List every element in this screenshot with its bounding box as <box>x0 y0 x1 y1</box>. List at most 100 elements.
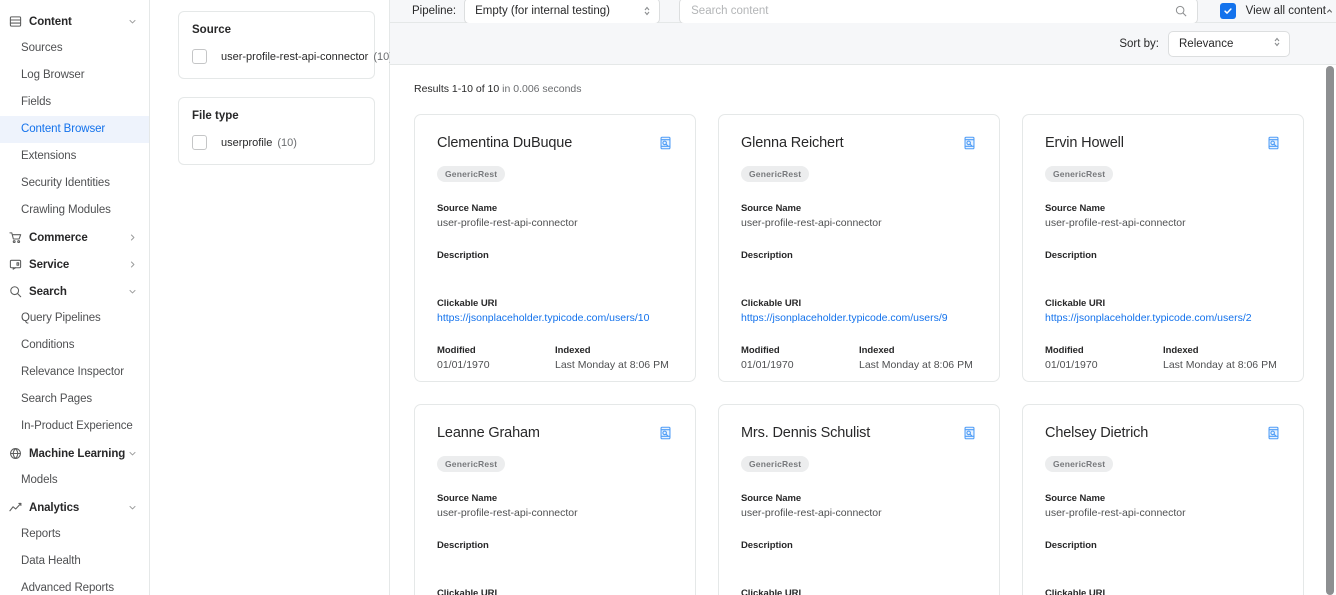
field-value <box>437 554 673 567</box>
sidebar-item-content-browser[interactable]: Content Browser <box>0 116 149 143</box>
result-card-title: Ervin Howell <box>1045 135 1124 151</box>
sidebar-group-content[interactable]: Content <box>0 8 149 35</box>
result-card-title: Chelsey Dietrich <box>1045 425 1149 441</box>
sidebar-item-conditions[interactable]: Conditions <box>0 332 149 359</box>
result-field-source-name: Source Name user-profile-rest-api-connect… <box>1045 203 1281 229</box>
result-field-source-name: Source Name user-profile-rest-api-connect… <box>437 203 673 229</box>
sidebar-item-crawling-modules[interactable]: Crawling Modules <box>0 197 149 224</box>
search-content-box[interactable] <box>679 0 1198 24</box>
search-input[interactable] <box>691 5 1175 17</box>
pipeline-select[interactable]: Empty (for internal testing) <box>464 0 661 24</box>
search-icon <box>8 285 22 299</box>
field-label: Source Name <box>437 203 498 214</box>
sidebar-item-fields[interactable]: Fields <box>0 89 149 116</box>
result-field-dates: Modified 01/01/1970 Indexed Last Monday at … <box>741 345 977 371</box>
result-field-source-name: Source Name user-profile-rest-api-connect… <box>741 493 977 519</box>
sidebar-item-data-health[interactable]: Data Health <box>0 548 149 575</box>
sidebar-group-label: Machine Learning <box>29 447 126 460</box>
main-scrollbar-thumb[interactable] <box>1326 66 1334 595</box>
sidebar-item-sources[interactable]: Sources <box>0 35 149 62</box>
document-preview-icon[interactable] <box>1267 136 1281 155</box>
facet-card-source: Source user-profile-rest-api-connector (10… <box>178 11 393 79</box>
sidebar-item-reports[interactable]: Reports <box>0 521 149 548</box>
result-field-modified: Modified 01/01/1970 <box>437 345 555 371</box>
document-preview-icon[interactable] <box>659 426 673 445</box>
facet-value-label: user-profile-rest-api-connector <box>221 50 369 63</box>
main-content: Pipeline: Empty (for internal testing) S… <box>390 0 1336 595</box>
document-preview-icon[interactable] <box>1267 426 1281 445</box>
results-area: Results 1-10 of 10 in 0.006 seconds Clem… <box>390 65 1336 595</box>
sidebar-item-advanced-reports[interactable]: Advanced Reports <box>0 575 149 595</box>
facet-value-row[interactable]: userprofile (10) <box>192 135 361 150</box>
document-preview-icon[interactable] <box>963 136 977 155</box>
field-label: Description <box>437 540 489 551</box>
result-card[interactable]: Ervin Howell GenericRest Source Name user-p… <box>1022 114 1304 382</box>
facet-checkbox[interactable] <box>192 49 207 64</box>
sidebar-item-relevance-inspector[interactable]: Relevance Inspector <box>0 359 149 386</box>
scroll-up-arrow-icon[interactable] <box>1326 2 1333 13</box>
field-value: user-profile-rest-api-connector <box>437 217 578 229</box>
chevron-right-icon[interactable] <box>128 233 137 242</box>
facet-checkbox[interactable] <box>192 135 207 150</box>
sidebar-item-security-identities[interactable]: Security Identities <box>0 170 149 197</box>
sort-by-label: Sort by: <box>1119 37 1159 50</box>
result-card-badge: GenericRest <box>1045 456 1114 472</box>
field-value-link[interactable]: https://jsonplaceholder.typicode.com/use… <box>1045 312 1281 324</box>
result-field-modified: Modified 01/01/1970 <box>1045 345 1163 371</box>
result-card[interactable]: Clementina DuBuque GenericRest Source Name… <box>414 114 696 382</box>
sidebar-group-commerce[interactable]: Commerce <box>0 224 149 251</box>
facet-card-file-type: File type userprofile (10) <box>178 97 375 165</box>
sidebar-group-service[interactable]: Service <box>0 251 149 278</box>
field-value: 01/01/1970 <box>741 359 794 371</box>
sidebar-item-query-pipelines[interactable]: Query Pipelines <box>0 305 149 332</box>
main-scrollbar[interactable] <box>1326 66 1334 595</box>
sidebar-group-search[interactable]: Search <box>0 278 149 305</box>
field-value-link[interactable]: https://jsonplaceholder.typicode.com/use… <box>437 312 673 324</box>
sidebar-group-machine-learning[interactable]: Machine Learning <box>0 440 149 467</box>
view-all-content-label: View all content <box>1245 5 1326 17</box>
chevron-down-icon[interactable] <box>128 287 137 296</box>
field-value <box>1045 264 1281 277</box>
pipeline-select-value: Empty (for internal testing) <box>475 5 610 17</box>
sidebar-item-search-pages[interactable]: Search Pages <box>0 386 149 413</box>
field-label: Description <box>1045 250 1097 261</box>
document-preview-icon[interactable] <box>659 136 673 155</box>
result-field-description: Description <box>1045 250 1281 277</box>
sidebar-item-log-browser[interactable]: Log Browser <box>0 62 149 89</box>
sort-by-select[interactable]: Relevance <box>1168 30 1290 57</box>
result-field-dates: Modified 01/01/1970 Indexed Last Monday at … <box>1045 345 1281 371</box>
document-preview-icon[interactable] <box>963 426 977 445</box>
sidebar-item-in-product-experience[interactable]: In-Product Experience <box>0 413 149 440</box>
facet-value-row[interactable]: user-profile-rest-api-connector (10) <box>192 49 393 64</box>
field-value-link[interactable]: https://jsonplaceholder.typicode.com/use… <box>741 312 977 324</box>
result-field-description: Description <box>1045 540 1281 567</box>
sidebar-item-models[interactable]: Models <box>0 467 149 494</box>
chevron-down-icon[interactable] <box>128 503 137 512</box>
result-field-source-name: Source Name user-profile-rest-api-connect… <box>1045 493 1281 519</box>
field-value: user-profile-rest-api-connector <box>1045 507 1186 519</box>
chevron-down-icon[interactable] <box>128 449 137 458</box>
content-icon <box>8 15 22 29</box>
field-value: user-profile-rest-api-connector <box>741 217 882 229</box>
app-root: Content Sources Log Browser Fields Content B… <box>0 0 1336 595</box>
chevron-down-icon[interactable] <box>128 17 137 26</box>
chevron-right-icon[interactable] <box>128 260 137 269</box>
result-card[interactable]: Chelsey Dietrich GenericRest Source Name us… <box>1022 404 1304 595</box>
result-card[interactable]: Mrs. Dennis Schulist GenericRest Source Na… <box>718 404 1000 595</box>
results-timing: in 0.006 seconds <box>499 83 582 95</box>
chart-icon <box>8 501 22 515</box>
field-label: Source Name <box>741 203 802 214</box>
view-all-content-toggle[interactable]: View all content <box>1219 3 1326 19</box>
facet-value-label: userprofile <box>221 136 273 149</box>
result-card[interactable]: Glenna Reichert GenericRest Source Name use… <box>718 114 1000 382</box>
result-card[interactable]: Leanne Graham GenericRest Source Name user-… <box>414 404 696 595</box>
checkbox-checked-icon[interactable] <box>1219 3 1236 19</box>
search-icon[interactable] <box>1175 5 1187 17</box>
result-card-header: Clementina DuBuque <box>437 134 673 155</box>
field-label: Source Name <box>1045 493 1106 504</box>
sidebar: Content Sources Log Browser Fields Content B… <box>0 0 150 595</box>
sidebar-group-analytics[interactable]: Analytics <box>0 494 149 521</box>
field-label: Description <box>741 250 793 261</box>
sidebar-item-extensions[interactable]: Extensions <box>0 143 149 170</box>
field-label: Source Name <box>741 493 802 504</box>
